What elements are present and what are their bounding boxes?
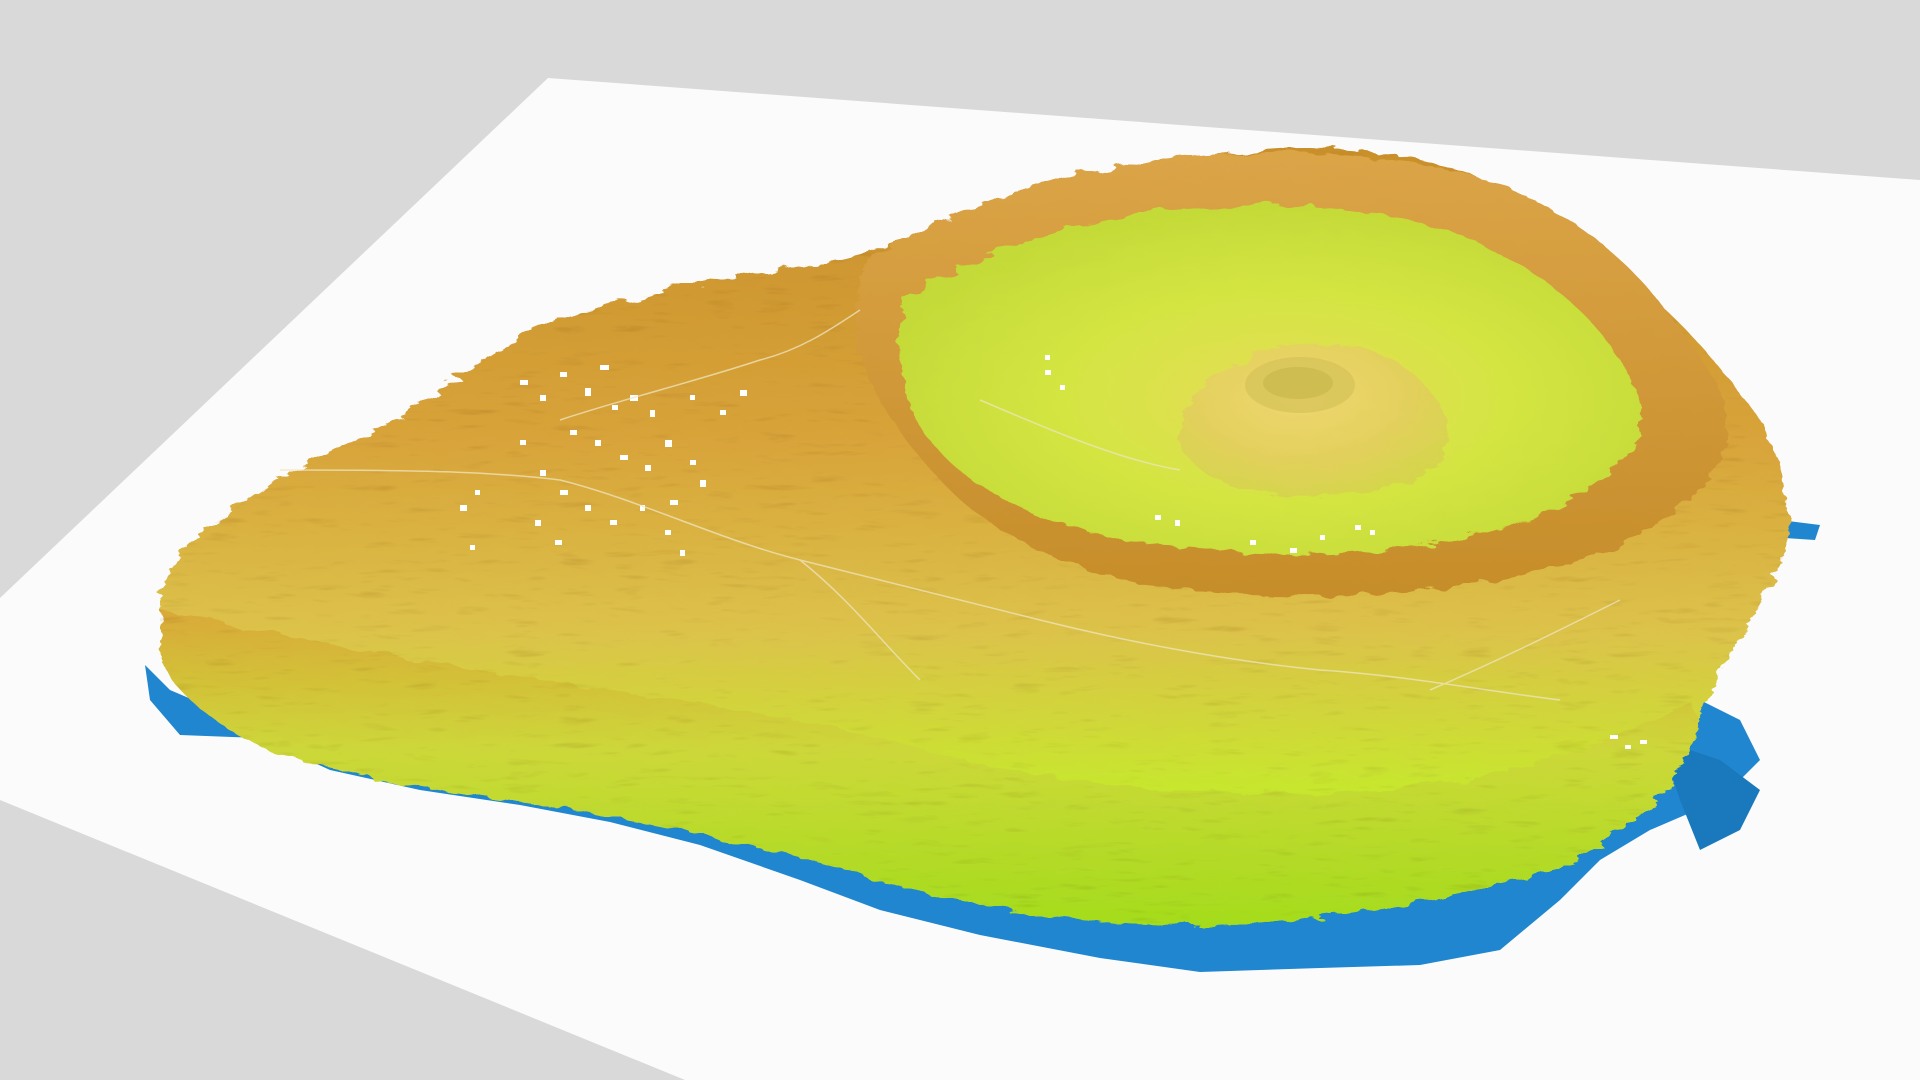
viewport[interactable]: [0, 0, 1920, 1080]
terrain-scene: [0, 78, 1920, 1080]
